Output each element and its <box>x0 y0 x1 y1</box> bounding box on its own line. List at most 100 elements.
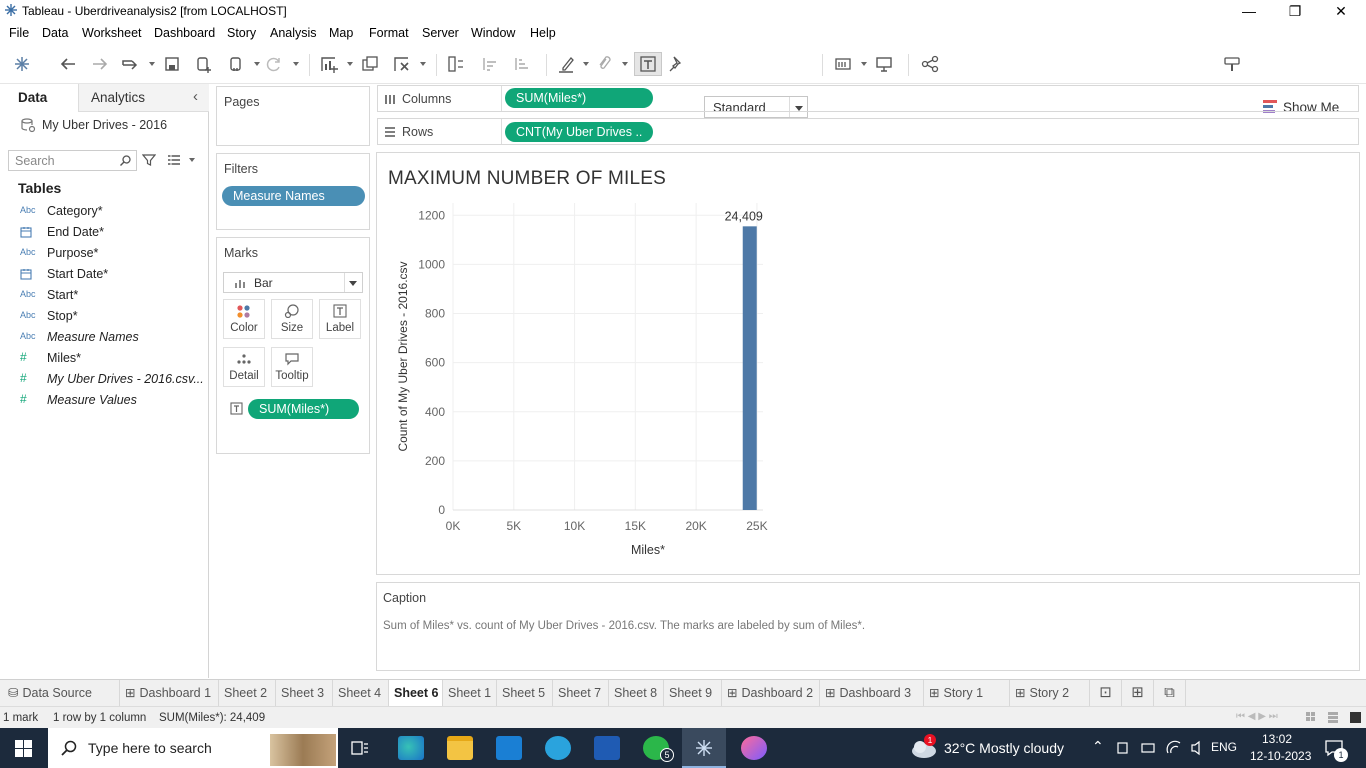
field-item[interactable]: # Miles* <box>20 349 205 369</box>
tab-data[interactable]: Data <box>0 84 78 112</box>
new-story-tab-icon[interactable]: ⧉ <box>1154 680 1186 706</box>
highlight-icon[interactable] <box>556 52 576 76</box>
field-item[interactable]: Abc Purpose* <box>20 244 205 264</box>
chevron-down-icon[interactable] <box>420 62 426 66</box>
columns-shelf[interactable]: Columns SUM(Miles*) <box>377 85 1359 112</box>
field-item[interactable]: # My Uber Drives - 2016.csv... <box>20 370 205 390</box>
clock-date[interactable]: 12-10-2023 <box>1250 749 1311 763</box>
undo-icon[interactable] <box>58 52 78 76</box>
show-labels-icon[interactable] <box>634 52 662 76</box>
filters-card[interactable]: Filters Measure Names <box>216 153 370 230</box>
pause-updates-icon[interactable] <box>226 52 246 76</box>
sheet-tab[interactable]: Sheet 5 <box>497 680 553 706</box>
sheet-tab[interactable]: ⊞ Dashboard 3 <box>820 680 924 706</box>
sheet-tab[interactable]: Sheet 6 <box>389 680 443 706</box>
menu-file[interactable]: File <box>9 26 29 40</box>
clear-sheet-icon[interactable] <box>392 52 412 76</box>
chevron-down-icon[interactable] <box>347 62 353 66</box>
replay-icon[interactable] <box>120 52 140 76</box>
sheet-tab[interactable]: Sheet 4 <box>333 680 389 706</box>
taskbar-search-box[interactable]: Type here to search <box>48 728 338 768</box>
search-input[interactable]: Search <box>8 150 137 171</box>
paint-icon[interactable] <box>741 736 767 760</box>
windows-start-icon[interactable] <box>15 740 32 757</box>
sheet-tab[interactable]: ⊞ Dashboard 1 <box>120 680 219 706</box>
restore-icon[interactable]: ❐ <box>1272 0 1318 22</box>
new-dashboard-tab-icon[interactable]: ⊞ <box>1122 680 1154 706</box>
format-painter-icon[interactable] <box>1222 52 1242 76</box>
sheet-tab[interactable]: ⊞ Story 1 <box>924 680 1010 706</box>
minimize-icon[interactable]: — <box>1226 0 1272 22</box>
marks-size-button[interactable]: Size <box>271 299 313 339</box>
chevron-down-icon[interactable] <box>293 62 299 66</box>
view-options-icon[interactable] <box>167 154 181 166</box>
clock-time[interactable]: 13:02 <box>1262 732 1292 746</box>
menu-help[interactable]: Help <box>530 26 556 40</box>
new-worksheet-tab-icon[interactable]: ⊡ <box>1090 680 1122 706</box>
sheet-tab[interactable]: ⛁ Data Source <box>0 680 120 706</box>
new-datasource-icon[interactable] <box>194 52 214 76</box>
duplicate-sheet-icon[interactable] <box>360 52 380 76</box>
marks-detail-button[interactable]: Detail <box>223 347 265 387</box>
chevron-down-icon[interactable] <box>254 62 260 66</box>
edge-icon[interactable] <box>398 736 424 760</box>
word-icon[interactable] <box>594 736 620 760</box>
label-pill-sum-miles[interactable]: SUM(Miles*) <box>248 399 359 419</box>
sort-ascending-icon[interactable] <box>479 52 499 76</box>
chevron-down-icon[interactable] <box>583 62 589 66</box>
field-item[interactable]: End Date* <box>20 223 205 243</box>
datasource-name[interactable]: My Uber Drives - 2016 <box>42 118 167 132</box>
field-item[interactable]: # Measure Values <box>20 391 205 411</box>
mail-icon[interactable] <box>496 736 522 760</box>
sheet-tab[interactable]: Sheet 9 <box>664 680 722 706</box>
system-tray-icons[interactable] <box>1116 740 1206 756</box>
sheet-tab[interactable]: Sheet 3 <box>276 680 333 706</box>
rows-pill[interactable]: CNT(My Uber Drives .. <box>505 122 653 142</box>
menu-map[interactable]: Map <box>329 26 353 40</box>
tray-chevron-up-icon[interactable]: ⌃ <box>1092 738 1104 755</box>
telegram-icon[interactable] <box>545 736 571 760</box>
menu-window[interactable]: Window <box>471 26 515 40</box>
menu-server[interactable]: Server <box>422 26 459 40</box>
menu-analysis[interactable]: Analysis <box>270 26 317 40</box>
filter-pill-measure-names[interactable]: Measure Names <box>222 186 365 206</box>
sheet-tab[interactable]: ⊞ Dashboard 2 <box>722 680 820 706</box>
presentation-mode-icon[interactable] <box>874 52 894 76</box>
save-icon[interactable] <box>162 52 182 76</box>
file-explorer-icon[interactable] <box>447 736 473 760</box>
share-icon[interactable] <box>920 52 940 76</box>
menu-data[interactable]: Data <box>42 26 68 40</box>
sheet-tab[interactable]: Sheet 1 <box>443 680 497 706</box>
language-indicator[interactable]: ENG <box>1211 740 1237 754</box>
filter-icon[interactable] <box>142 153 156 167</box>
sheet-tab[interactable]: Sheet 2 <box>219 680 276 706</box>
field-item[interactable]: Abc Measure Names <box>20 328 205 348</box>
field-item[interactable]: Abc Stop* <box>20 307 205 327</box>
sheet-tab[interactable]: Sheet 7 <box>553 680 609 706</box>
menu-format[interactable]: Format <box>369 26 409 40</box>
show-cards-icon[interactable] <box>833 52 853 76</box>
bar-mark[interactable] <box>742 226 757 510</box>
rows-shelf[interactable]: Rows CNT(My Uber Drives .. <box>377 118 1359 145</box>
menu-story[interactable]: Story <box>227 26 256 40</box>
marks-color-button[interactable]: Color <box>223 299 265 339</box>
close-icon[interactable]: ✕ <box>1318 0 1364 22</box>
task-view-icon[interactable] <box>350 738 370 758</box>
marks-card[interactable]: Marks Bar Color Size Label Detail Toolti… <box>216 237 370 454</box>
chevron-down-icon[interactable] <box>149 62 155 66</box>
fix-axes-icon[interactable] <box>666 52 686 76</box>
swap-rows-columns-icon[interactable] <box>446 52 466 76</box>
field-item[interactable]: Abc Start* <box>20 286 205 306</box>
collapse-pane-icon[interactable]: ‹ <box>193 88 198 105</box>
columns-pill[interactable]: SUM(Miles*) <box>505 88 653 108</box>
sort-descending-icon[interactable] <box>511 52 531 76</box>
view-toggle-icons[interactable] <box>1306 712 1362 724</box>
redo-icon[interactable] <box>90 52 110 76</box>
tableau-taskbar-button[interactable] <box>682 728 726 768</box>
sheet-nav-icons[interactable]: ⏮ ◀ ▶ ⏭ <box>1236 711 1278 722</box>
chevron-down-icon[interactable] <box>189 158 195 162</box>
menu-dashboard[interactable]: Dashboard <box>154 26 215 40</box>
group-members-icon[interactable] <box>594 52 614 76</box>
tab-analytics[interactable]: Analytics ‹ <box>78 84 209 112</box>
sheet-tab[interactable]: Sheet 8 <box>609 680 664 706</box>
